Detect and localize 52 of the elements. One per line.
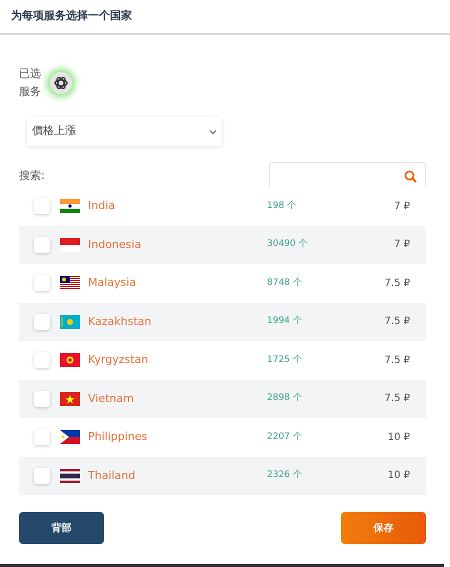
- country-row[interactable]: Thailand 2326 个 10 ₽: [19, 456, 426, 495]
- country-name: Vietnam: [88, 390, 135, 406]
- price: 7 ₽: [394, 200, 410, 214]
- checkbox[interactable]: [34, 236, 50, 253]
- country-name: Philippines: [88, 429, 148, 445]
- country-row[interactable]: Kazakhstan 1994 个 7.5 ₽: [19, 302, 426, 341]
- number-count: 8748 个: [267, 276, 302, 290]
- number-count: 1725 个: [267, 354, 302, 366]
- number-count: 30490 个: [267, 238, 308, 251]
- country-row[interactable]: Vietnam 2898 个 7.5 ₽: [19, 380, 426, 418]
- country-name: Indonesia: [88, 236, 142, 252]
- checkbox[interactable]: [34, 275, 50, 292]
- flag-icon: [60, 353, 80, 368]
- country-name: Kyrgyzstan: [88, 352, 150, 368]
- price: 7.5 ₽: [384, 354, 410, 368]
- chevron-down-icon: [209, 128, 217, 134]
- flag-icon: [60, 468, 80, 483]
- country-name: Malaysia: [88, 275, 138, 291]
- country-name: Thailand: [88, 468, 136, 484]
- flag-icon: [60, 314, 80, 329]
- checkbox[interactable]: [34, 390, 50, 407]
- back-button[interactable]: 背部: [19, 512, 104, 544]
- price: 7.5 ₽: [384, 315, 410, 330]
- sort-select[interactable]: 價格上漲: [27, 117, 222, 146]
- dialog-title: 为每项服务选择一个国家: [11, 8, 132, 24]
- checkbox[interactable]: [34, 198, 50, 214]
- checkbox[interactable]: [34, 468, 50, 484]
- country-row[interactable]: Indonesia 30490 个 7 ₽: [19, 226, 426, 264]
- number-count: 2326 个: [267, 469, 302, 482]
- search-label: 搜索:: [19, 168, 45, 184]
- flag-icon: [60, 430, 80, 444]
- country-name: Kazakhstan: [88, 314, 152, 330]
- service-logo-icon: [50, 72, 72, 94]
- checkbox[interactable]: [34, 429, 50, 446]
- checkbox[interactable]: [34, 314, 50, 330]
- country-name: India: [88, 198, 116, 214]
- number-count: 198 个: [267, 200, 296, 212]
- flag-icon: [60, 238, 80, 252]
- price: 10 ₽: [388, 469, 410, 484]
- number-count: 2898 个: [267, 392, 302, 405]
- checkbox[interactable]: [34, 352, 50, 368]
- number-count: 1994 个: [267, 315, 302, 328]
- number-count: 2207 个: [267, 430, 302, 444]
- price: 7 ₽: [394, 238, 410, 252]
- selected-service-label: 已选服务: [19, 66, 42, 100]
- price: 10 ₽: [388, 430, 410, 445]
- flag-icon: [60, 199, 80, 214]
- search-icon: [404, 170, 417, 182]
- flag-icon: [60, 276, 80, 290]
- flag-icon: [60, 392, 80, 406]
- price: 7.5 ₽: [384, 392, 410, 406]
- price: 7.5 ₽: [384, 276, 410, 291]
